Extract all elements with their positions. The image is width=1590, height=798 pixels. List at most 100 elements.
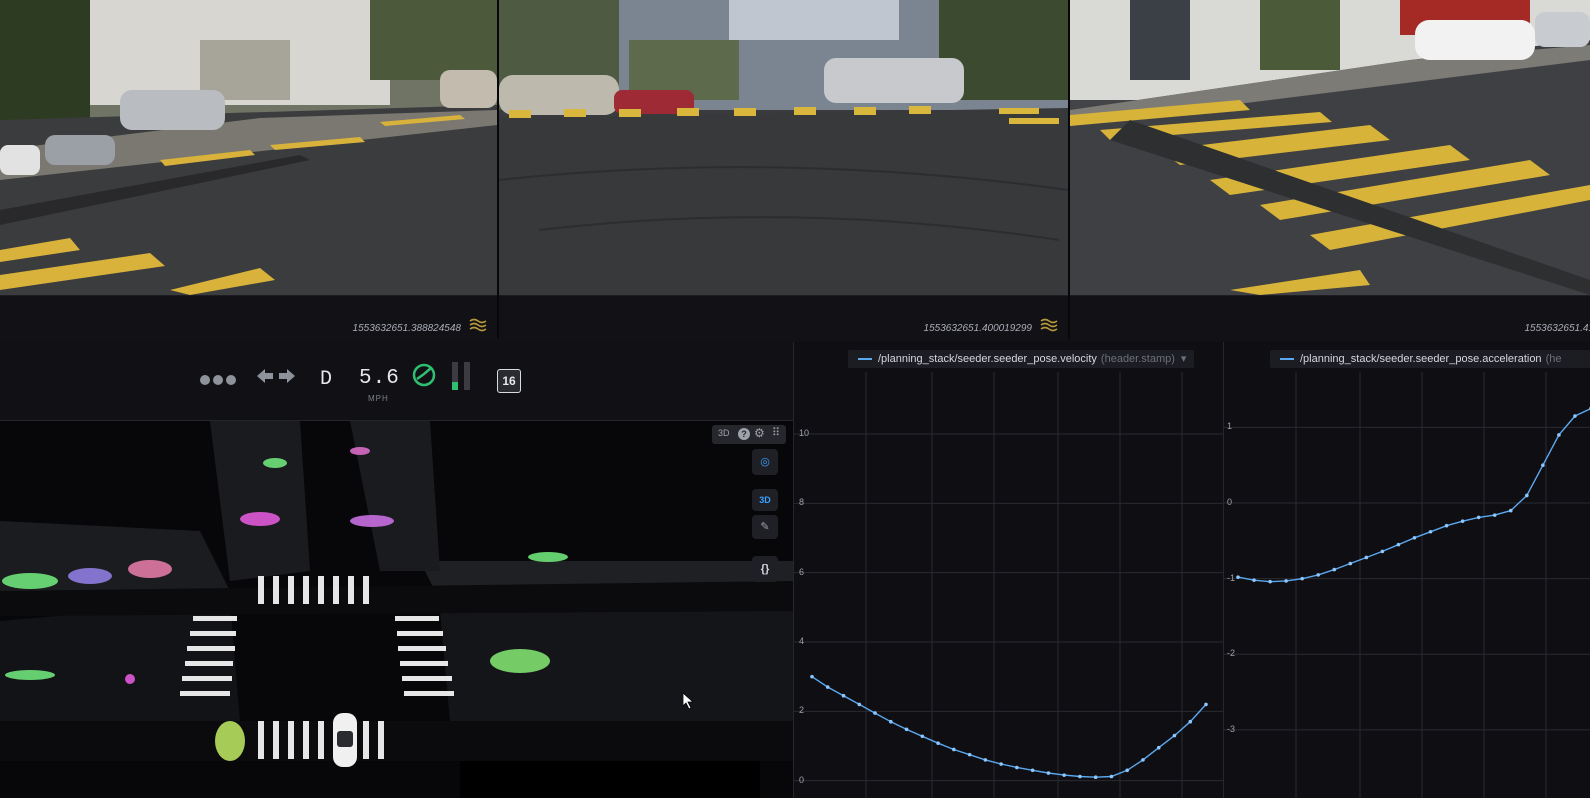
data-point	[1078, 774, 1082, 779]
data-point	[1428, 529, 1433, 534]
data-point	[1188, 719, 1193, 724]
more-dots-icon[interactable]	[200, 372, 239, 390]
chevron-down-icon[interactable]: ▾	[1181, 353, 1187, 365]
camera-timestamp-center: 1553632651.400019299	[923, 323, 1032, 334]
data-point	[810, 674, 814, 679]
speed-value: 5.6	[359, 367, 400, 390]
data-point	[1030, 768, 1035, 773]
data-point	[1348, 561, 1353, 566]
data-point	[1380, 549, 1385, 554]
data-point	[1396, 542, 1401, 547]
y-tick-label: 4	[799, 636, 805, 646]
data-point	[1252, 578, 1256, 582]
acceleration-plot[interactable]: /planning_stack/seeder.seeder_pose.accel…	[1223, 342, 1590, 798]
viewer-toolbar: 3D ? ⚙ ⠿	[712, 425, 786, 444]
camera-footer-right: 1553632651.41	[1070, 295, 1590, 342]
braces-icon[interactable]: {}	[752, 556, 778, 582]
camera-image-right	[1070, 0, 1590, 295]
data-point	[999, 762, 1003, 766]
data-point	[1015, 765, 1019, 770]
data-point	[904, 727, 909, 732]
camera-view-right	[1070, 0, 1590, 295]
camera-view-center	[499, 0, 1068, 295]
data-point	[1062, 773, 1066, 777]
data-point	[1573, 414, 1577, 418]
camera-timestamp-left: 1553632651.388824548	[352, 323, 461, 334]
data-point	[1204, 702, 1208, 707]
y-tick-label: 0	[799, 774, 805, 785]
side-mode-3d-button[interactable]: 3D	[752, 489, 778, 511]
y-tick-label: 0	[1227, 497, 1233, 508]
data-point	[1460, 519, 1465, 523]
data-point	[825, 685, 830, 689]
y-tick-label: -1	[1227, 572, 1236, 583]
data-point	[1444, 523, 1449, 528]
data-point	[1125, 768, 1129, 773]
data-point	[1332, 567, 1337, 572]
data-point	[1412, 536, 1417, 540]
data-point	[889, 719, 893, 724]
camera-footer-left: 1553632651.388824548	[0, 295, 497, 342]
cursor-icon	[683, 693, 695, 709]
data-point	[1557, 433, 1561, 437]
data-point	[1541, 463, 1545, 467]
data-point	[1109, 774, 1114, 779]
camera-view-left	[0, 0, 497, 295]
gear-indicator: D	[320, 368, 333, 391]
lidar-3d-view[interactable]	[0, 421, 793, 798]
data-point	[1172, 733, 1177, 738]
series-swatch	[1280, 358, 1294, 360]
data-point	[1316, 573, 1321, 577]
acceleration-plot-canvas	[1224, 372, 1590, 798]
grid-icon[interactable]: ⠿	[772, 426, 780, 439]
data-point	[1046, 771, 1051, 775]
gear-icon[interactable]: ⚙	[754, 426, 765, 440]
camera-divider-1	[497, 0, 499, 338]
camera-divider-2	[1068, 0, 1070, 338]
steering-wheel-icon	[412, 363, 436, 387]
ruler-icon[interactable]: ✎	[752, 515, 778, 539]
data-point	[1156, 745, 1161, 750]
series-line	[1237, 408, 1590, 583]
y-tick-label: -3	[1227, 723, 1236, 734]
legend-label: /planning_stack/seeder.seeder_pose.accel…	[1300, 353, 1542, 365]
plot-legend[interactable]: /planning_stack/seeder.seeder_pose.veloc…	[848, 350, 1195, 368]
speed-unit: MPH	[368, 394, 389, 403]
y-tick-label: 6	[799, 566, 805, 577]
series-line	[811, 676, 1207, 778]
velocity-plot[interactable]: /planning_stack/seeder.seeder_pose.veloc…	[793, 342, 1224, 798]
data-point	[1284, 579, 1288, 583]
camera-image-center	[499, 0, 1068, 295]
mode-3d-toggle[interactable]: 3D	[718, 428, 730, 438]
signal-bars-icon	[452, 362, 470, 390]
help-icon[interactable]: ?	[738, 428, 750, 440]
y-tick-label: 2	[799, 705, 805, 716]
data-point	[873, 711, 877, 715]
y-tick-label: 8	[799, 497, 805, 508]
legend-sub: (header.stamp)	[1100, 353, 1175, 365]
y-tick-label: 10	[799, 428, 810, 438]
y-tick-label: 1	[1227, 421, 1233, 432]
data-point	[1476, 515, 1481, 520]
series-swatch	[858, 358, 872, 360]
speed-limit-sign: 16	[497, 369, 521, 393]
arrows-icon[interactable]	[257, 368, 295, 384]
data-point	[1141, 758, 1145, 762]
y-tick-label: -2	[1227, 648, 1236, 659]
data-point	[1300, 576, 1304, 581]
data-point	[1268, 579, 1272, 584]
data-point	[857, 702, 862, 707]
camera-footer-center: 1553632651.400019299	[499, 295, 1068, 342]
data-point	[1364, 555, 1369, 560]
waves-icon[interactable]	[1040, 318, 1058, 332]
plot-legend[interactable]: /planning_stack/seeder.seeder_pose.accel…	[1270, 350, 1590, 368]
waves-icon[interactable]	[469, 318, 487, 332]
data-point	[920, 734, 925, 739]
velocity-plot-canvas	[794, 372, 1224, 798]
data-point	[983, 758, 988, 762]
legend-sub: (he	[1545, 353, 1562, 365]
camera-timestamp-right: 1553632651.41	[1524, 323, 1590, 334]
data-point	[1492, 513, 1497, 517]
data-point	[1525, 493, 1529, 498]
crosshair-icon[interactable]: ◎	[752, 449, 778, 475]
